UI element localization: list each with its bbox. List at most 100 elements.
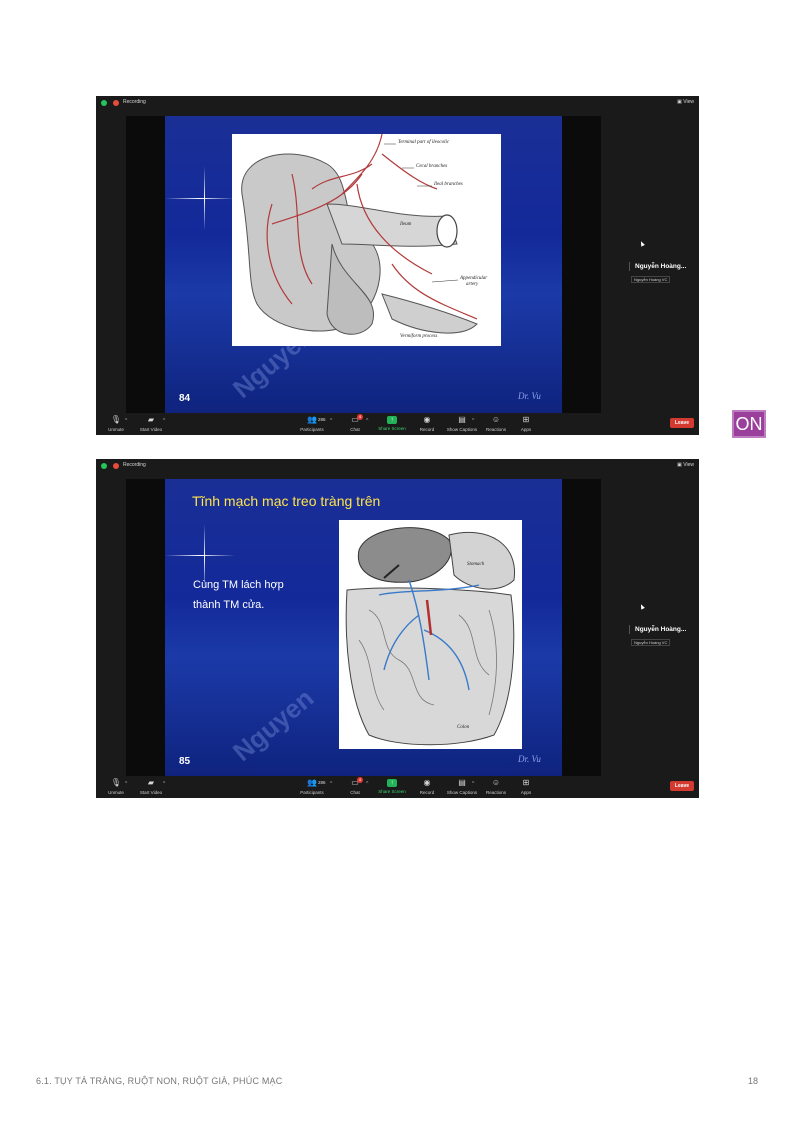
participants-label: Participants [300, 790, 324, 795]
recording-label: Recording [123, 462, 146, 468]
mouse-cursor-icon [639, 240, 645, 247]
security-shield-icon[interactable] [101, 463, 107, 469]
zoom-toolbar: 🎙 Unmute ^ ▰ Start Video ^ 👥 Participant… [96, 413, 699, 435]
footer-chapter: 6.1. TỤY TÁ TRÀNG, RUỘT NON, RUỘT GIÀ, P… [36, 1076, 283, 1086]
unmute-label: Unmute [108, 790, 124, 795]
figure-label: Ileal branches [434, 182, 463, 187]
panel-divider [629, 625, 630, 634]
unmute-button[interactable]: 🎙 Unmute [106, 778, 126, 795]
participant-name[interactable]: Nguyễn Hoàng... [635, 626, 686, 633]
figure-label: Stomach [467, 562, 485, 567]
video-off-icon: ▰ [147, 778, 155, 787]
chat-label: Chat [350, 427, 360, 432]
participants-count: 286 [318, 417, 326, 422]
chevron-up-icon[interactable]: ^ [366, 781, 368, 787]
figure-label: Appendicular [460, 276, 488, 281]
view-button[interactable]: ▣ View [677, 99, 694, 105]
lens-flare [165, 198, 235, 199]
reactions-label: Reactions [485, 427, 506, 432]
shared-screen: Nguyen Terminal part of ileocolic Cecal … [126, 116, 601, 413]
recording-dot-icon [113, 100, 119, 106]
figure-label: Vermiform process [400, 334, 438, 339]
apps-label: Apps [520, 790, 532, 795]
view-button[interactable]: ▣ View [677, 462, 694, 468]
slide-text-line: Cùng TM lách hợp [193, 579, 284, 591]
figure-label: Cecal branches [416, 164, 448, 169]
zoom-screenshot-1: Recording ▣ View Nguyen Terminal part of… [96, 96, 699, 435]
on-badge: ON [732, 410, 766, 438]
video-off-icon: ▰ [147, 415, 155, 424]
leave-button[interactable]: Leave [670, 781, 694, 791]
participant-chip: Nguyễn Hoàng VC [631, 639, 671, 646]
participants-label: Participants [300, 427, 324, 432]
muted-mic-icon: 🎙 [110, 415, 122, 424]
record-button[interactable]: ◉ Record [416, 778, 438, 795]
panel-divider [629, 262, 630, 271]
view-label: View [683, 99, 694, 105]
chat-label: Chat [350, 790, 360, 795]
figure-label: Ileum [400, 222, 412, 227]
intestine-illustration [345, 527, 516, 746]
apps-button[interactable]: ⊞ Apps [516, 778, 536, 795]
share-screen-label: Share Screen [378, 426, 406, 431]
anatomy-figure-ileocolic: Terminal part of ileocolic Cecal branche… [232, 134, 501, 346]
chevron-up-icon[interactable]: ^ [366, 418, 368, 424]
lens-flare [165, 555, 235, 556]
slide-85: Nguyen Tĩnh mạch mạc treo tràng trên Cùn… [165, 479, 562, 776]
figure-label: Colon [457, 725, 470, 730]
apps-icon: ⊞ [522, 778, 530, 787]
share-screen-button[interactable]: ↑ Share Screen [376, 778, 408, 794]
participant-name[interactable]: Nguyễn Hoàng... [635, 263, 686, 270]
unmute-label: Unmute [108, 427, 124, 432]
security-shield-icon[interactable] [101, 100, 107, 106]
slide-84: Nguyen Terminal part of ileocolic Cecal … [165, 116, 562, 413]
start-video-label: Start Video [139, 427, 163, 432]
signature: Dr. Vu [518, 754, 541, 764]
slide-text-line: thành TM cửa. [193, 599, 265, 611]
slide-number: 84 [179, 393, 191, 404]
reactions-icon: ☺ [491, 778, 501, 787]
watermark-text: Nguyen [227, 682, 320, 767]
chevron-up-icon[interactable]: ^ [163, 418, 165, 424]
chevron-up-icon[interactable]: ^ [330, 418, 332, 424]
apps-label: Apps [520, 427, 532, 432]
unmute-button[interactable]: 🎙 Unmute [106, 415, 126, 432]
figure-label: Terminal part of ileocolic [398, 140, 450, 145]
start-video-label: Start Video [139, 790, 163, 795]
recording-dot-icon [113, 463, 119, 469]
reactions-button[interactable]: ☺ Reactions [484, 415, 508, 432]
zoom-top-bar: Recording ▣ View [96, 96, 699, 110]
zoom-top-bar: Recording ▣ View [96, 459, 699, 473]
chevron-up-icon[interactable]: ^ [472, 781, 474, 787]
muted-mic-icon: 🎙 [110, 778, 122, 787]
figure-label: artery [466, 282, 479, 287]
participants-count: 286 [318, 780, 326, 785]
show-captions-label: Show Captions [446, 427, 478, 432]
start-video-button[interactable]: ▰ Start Video [137, 415, 165, 432]
mouse-cursor-icon [639, 603, 645, 610]
show-captions-label: Show Captions [446, 790, 478, 795]
record-icon: ◉ [423, 778, 431, 787]
page-number: 18 [747, 1076, 758, 1086]
zoom-toolbar: 🎙 Unmute ^ ▰ Start Video ^ 👥 Participant… [96, 776, 699, 798]
chevron-up-icon[interactable]: ^ [163, 781, 165, 787]
recording-label: Recording [123, 99, 146, 105]
view-label: View [683, 462, 694, 468]
slide-title: Tĩnh mạch mạc treo tràng trên [192, 493, 381, 509]
share-screen-button[interactable]: ↑ Share Screen [376, 415, 408, 431]
apps-button[interactable]: ⊞ Apps [516, 415, 536, 432]
chevron-up-icon[interactable]: ^ [125, 781, 127, 787]
record-button[interactable]: ◉ Record [416, 415, 438, 432]
leave-button[interactable]: Leave [670, 418, 694, 428]
reactions-button[interactable]: ☺ Reactions [484, 778, 508, 795]
reactions-label: Reactions [485, 790, 506, 795]
record-label: Record [419, 790, 435, 795]
slide-body: Cùng TM lách hợp thành TM cửa. [193, 575, 284, 615]
chevron-up-icon[interactable]: ^ [125, 418, 127, 424]
start-video-button[interactable]: ▰ Start Video [137, 778, 165, 795]
share-screen-icon: ↑ [387, 416, 397, 424]
chat-badge: 4 [357, 777, 363, 783]
chevron-up-icon[interactable]: ^ [472, 418, 474, 424]
chevron-up-icon[interactable]: ^ [330, 781, 332, 787]
record-label: Record [419, 427, 435, 432]
